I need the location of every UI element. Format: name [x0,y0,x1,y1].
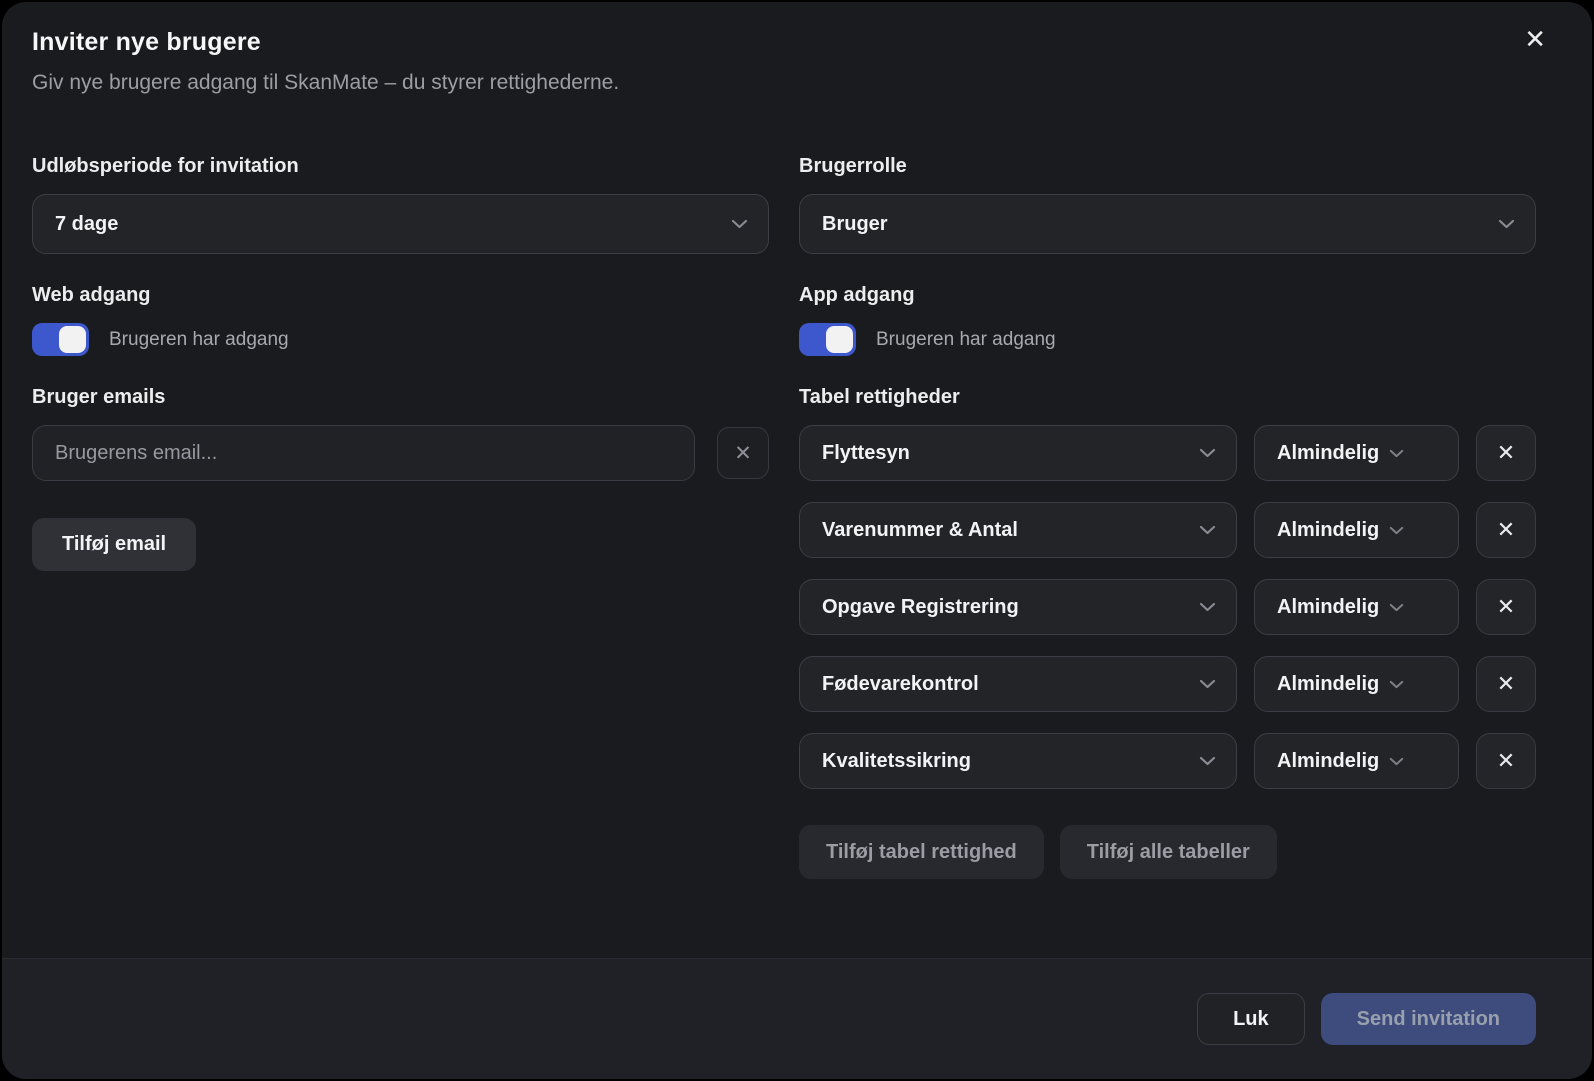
add-all-tables-button[interactable]: Tilføj alle tabeller [1059,825,1277,879]
chevron-down-icon [1199,602,1216,612]
permission-select[interactable]: Almindelig [1254,579,1459,635]
permission-select-value: Almindelig [1277,749,1380,772]
expiry-select[interactable]: 7 dage [32,194,769,254]
app-access-toggle-row: Brugeren har adgang [799,323,1536,356]
remove-table-right-button[interactable]: ✕ [1476,579,1536,635]
invite-users-dialog: ✕ Inviter nye brugere Giv nye brugere ad… [2,2,1592,1079]
chevron-down-icon [1199,679,1216,689]
table-right-row: Fødevarekontrol Almindelig ✕ [799,656,1536,712]
chevron-down-icon [1390,526,1404,534]
dialog-title: Inviter nye brugere [32,28,261,56]
send-invitation-button[interactable]: Send invitation [1320,993,1536,1045]
table-rights-group: Tabel rettigheder Flyttesyn Almindelig ✕… [799,386,1536,879]
chevron-down-icon [1390,603,1404,611]
chevron-down-icon [1390,757,1404,765]
remove-table-right-button[interactable]: ✕ [1476,425,1536,481]
remove-table-right-button[interactable]: ✕ [1476,733,1536,789]
table-select[interactable]: Kvalitetssikring [799,733,1237,789]
permission-select-value: Almindelig [1277,518,1380,541]
close-dialog-button[interactable]: Luk [1197,993,1305,1045]
web-access-toggle-label: Brugeren har adgang [109,328,289,350]
add-email-button[interactable]: Tilføj email [32,518,197,571]
toggle-knob [826,326,853,353]
chevron-down-icon [1199,756,1216,766]
table-rights-label: Tabel rettigheder [799,386,960,408]
expiry-group: Udløbsperiode for invitation 7 dage [32,155,769,254]
table-right-row: Kvalitetssikring Almindelig ✕ [799,733,1536,789]
role-select[interactable]: Bruger [799,194,1536,254]
role-label: Brugerrolle [799,155,907,177]
expiry-label: Udløbsperiode for invitation [32,155,299,177]
chevron-down-icon [1390,680,1404,688]
permission-select-value: Almindelig [1277,595,1380,618]
web-access-toggle[interactable] [32,323,89,356]
chevron-down-icon [731,219,748,229]
expiry-select-value: 7 dage [55,212,119,235]
emails-label: Bruger emails [32,386,166,408]
table-select-value: Kvalitetssikring [822,749,971,772]
chevron-down-icon [1199,525,1216,535]
form-columns: Udløbsperiode for invitation 7 dage Web … [32,155,1536,909]
table-select-value: Varenummer & Antal [822,518,1018,541]
table-select[interactable]: Fødevarekontrol [799,656,1237,712]
table-right-row: Flyttesyn Almindelig ✕ [799,425,1536,481]
dialog-subtitle: Giv nye brugere adgang til SkanMate – du… [32,71,620,94]
close-icon[interactable]: ✕ [1524,26,1546,52]
role-group: Brugerrolle Bruger [799,155,1536,254]
table-select[interactable]: Flyttesyn [799,425,1237,481]
web-access-label: Web adgang [32,284,151,306]
remove-table-right-button[interactable]: ✕ [1476,502,1536,558]
chevron-down-icon [1199,448,1216,458]
email-row: ✕ [32,425,769,481]
permission-select-value: Almindelig [1277,672,1380,695]
add-table-right-button[interactable]: Tilføj tabel rettighed [799,825,1044,879]
permission-select[interactable]: Almindelig [1254,656,1459,712]
remove-email-button[interactable]: ✕ [717,427,769,479]
remove-table-right-button[interactable]: ✕ [1476,656,1536,712]
chevron-down-icon [1498,219,1515,229]
permission-select[interactable]: Almindelig [1254,733,1459,789]
table-rights-list: Flyttesyn Almindelig ✕ Varenummer & Anta… [799,425,1536,789]
table-right-row: Varenummer & Antal Almindelig ✕ [799,502,1536,558]
permission-select[interactable]: Almindelig [1254,502,1459,558]
permission-select[interactable]: Almindelig [1254,425,1459,481]
emails-group: Bruger emails ✕ Tilføj email [32,386,769,571]
table-right-row: Opgave Registrering Almindelig ✕ [799,579,1536,635]
email-input[interactable] [32,425,695,481]
table-select[interactable]: Opgave Registrering [799,579,1237,635]
role-select-value: Bruger [822,212,888,235]
app-access-group: App adgang Brugeren har adgang [799,284,1536,356]
permission-select-value: Almindelig [1277,441,1380,464]
dialog-footer: Luk Send invitation [2,958,1592,1079]
app-access-toggle-label: Brugeren har adgang [876,328,1056,350]
table-select-value: Opgave Registrering [822,595,1019,618]
app-access-label: App adgang [799,284,915,306]
table-select-value: Flyttesyn [822,441,910,464]
left-column: Udløbsperiode for invitation 7 dage Web … [32,155,769,909]
table-select[interactable]: Varenummer & Antal [799,502,1237,558]
web-access-toggle-row: Brugeren har adgang [32,323,769,356]
toggle-knob [59,326,86,353]
app-access-toggle[interactable] [799,323,856,356]
table-select-value: Fødevarekontrol [822,672,979,695]
web-access-group: Web adgang Brugeren har adgang [32,284,769,356]
chevron-down-icon [1390,449,1404,457]
dialog-body: ✕ Inviter nye brugere Giv nye brugere ad… [2,2,1592,958]
table-rights-actions: Tilføj tabel rettighed Tilføj alle tabel… [799,825,1536,879]
right-column: Brugerrolle Bruger App adgang Brugeren h… [799,155,1536,909]
